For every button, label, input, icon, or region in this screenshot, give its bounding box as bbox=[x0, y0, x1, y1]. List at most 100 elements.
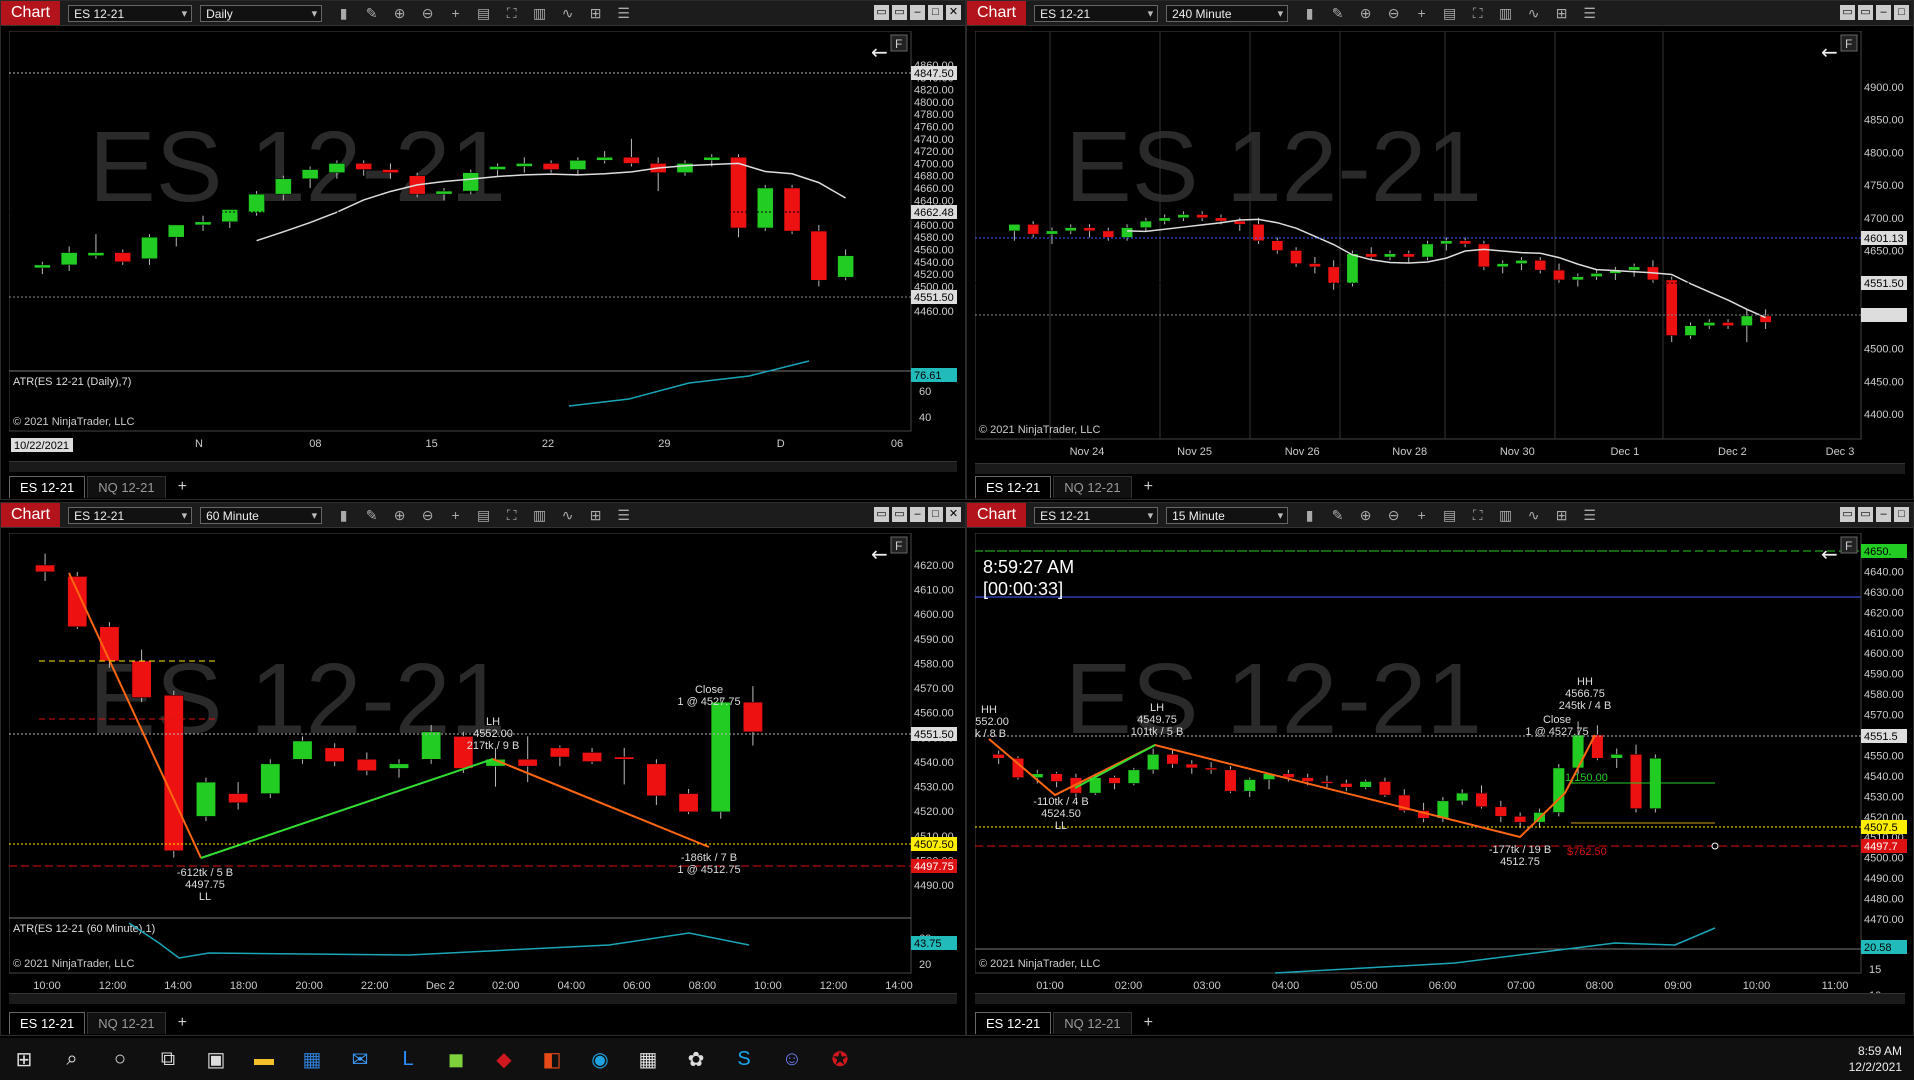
strategy-icon[interactable]: ⛶ bbox=[1468, 4, 1487, 22]
ninjatrader-icon[interactable]: ✪ bbox=[816, 1038, 864, 1080]
tab-nq[interactable]: NQ 12-21 bbox=[87, 1012, 166, 1034]
tile-icon[interactable]: ▭ bbox=[1858, 507, 1873, 522]
green-app-icon[interactable]: ◼ bbox=[432, 1038, 480, 1080]
zoom-out-icon[interactable]: ⊖ bbox=[418, 506, 437, 524]
add-tab-button[interactable]: + bbox=[1134, 475, 1163, 499]
tab-es[interactable]: ES 12-21 bbox=[9, 1012, 86, 1034]
office-icon[interactable]: ◧ bbox=[528, 1038, 576, 1080]
tab-es[interactable]: ES 12-21 bbox=[975, 476, 1052, 498]
mcafee-icon[interactable]: ◆ bbox=[480, 1038, 528, 1080]
pencil-icon[interactable]: ✎ bbox=[362, 506, 381, 524]
indicator-icon[interactable]: ▥ bbox=[530, 506, 549, 524]
chart-window-15min[interactable]: Chart ES 12-21 15 Minute ▮✎⊕⊖+▤⛶▥∿⊞☰ ▭▭–… bbox=[966, 502, 1914, 1036]
maximize-icon[interactable]: □ bbox=[928, 507, 943, 522]
bars-icon[interactable]: ▮ bbox=[334, 4, 353, 22]
maximize-icon[interactable]: □ bbox=[1894, 5, 1909, 20]
period-select[interactable]: 60 Minute bbox=[200, 506, 323, 525]
crosshair-icon[interactable]: + bbox=[446, 4, 465, 22]
instrument-select[interactable]: ES 12-21 bbox=[1034, 506, 1159, 525]
cortana-icon[interactable]: ○ bbox=[96, 1038, 144, 1080]
maximize-icon[interactable]: □ bbox=[1894, 507, 1909, 522]
period-select[interactable]: Daily bbox=[200, 4, 323, 23]
edge-icon[interactable]: ◉ bbox=[576, 1038, 624, 1080]
chart-menu-button[interactable]: Chart bbox=[967, 503, 1027, 527]
horizontal-scrollbar[interactable] bbox=[975, 993, 1905, 1004]
list-icon[interactable]: ☰ bbox=[614, 506, 633, 524]
list-icon[interactable]: ☰ bbox=[1580, 506, 1599, 524]
instrument-select[interactable]: ES 12-21 bbox=[1034, 4, 1159, 23]
minimize-icon[interactable]: – bbox=[910, 507, 925, 522]
horizontal-scrollbar[interactable] bbox=[9, 461, 957, 472]
minimize-icon[interactable]: – bbox=[910, 5, 925, 20]
store-icon[interactable]: ▦ bbox=[288, 1038, 336, 1080]
instrument-select[interactable]: ES 12-21 bbox=[68, 4, 193, 23]
tile-icon[interactable]: ▭ bbox=[892, 507, 907, 522]
search-icon[interactable]: ⌕ bbox=[48, 1038, 96, 1080]
crosshair-icon[interactable]: + bbox=[1412, 4, 1431, 22]
tile-icon[interactable]: ▭ bbox=[892, 5, 907, 20]
maximize-icon[interactable]: □ bbox=[928, 5, 943, 20]
instrument-select[interactable]: ES 12-21 bbox=[68, 506, 193, 525]
pencil-icon[interactable]: ✎ bbox=[1328, 4, 1347, 22]
file-explorer-icon[interactable]: ▬ bbox=[240, 1038, 288, 1080]
list-icon[interactable]: ☰ bbox=[1580, 4, 1599, 22]
bars-icon[interactable]: ▮ bbox=[1300, 506, 1319, 524]
chart-menu-button[interactable]: Chart bbox=[967, 1, 1027, 25]
tab-nq[interactable]: NQ 12-21 bbox=[1053, 1012, 1132, 1034]
task-view-icon[interactable]: ⧉ bbox=[144, 1038, 192, 1080]
indicator-icon[interactable]: ▥ bbox=[530, 4, 549, 22]
bars-icon[interactable]: ▮ bbox=[334, 506, 353, 524]
period-select[interactable]: 15 Minute bbox=[1166, 506, 1289, 525]
zoom-out-icon[interactable]: ⊖ bbox=[1384, 506, 1403, 524]
crosshair-icon[interactable]: + bbox=[1412, 506, 1431, 524]
indicator-icon[interactable]: ▥ bbox=[1496, 506, 1515, 524]
chart-plot[interactable]: ES 12-214860.004840.004820.004800.004780… bbox=[9, 31, 959, 461]
chart-menu-button[interactable]: Chart bbox=[1, 503, 61, 527]
minimize-icon[interactable]: – bbox=[1876, 5, 1891, 20]
indicator-icon[interactable]: ▥ bbox=[1496, 4, 1515, 22]
chart-plot[interactable]: ES 12-21 4900.00 4850.00 4800.00 4750.00 4700… bbox=[975, 31, 1909, 463]
chart-svg[interactable]: ES 12-214650.004640.004630.004620.004610… bbox=[975, 533, 1909, 993]
zoom-out-icon[interactable]: ⊖ bbox=[418, 4, 437, 22]
drawing-icon[interactable]: ∿ bbox=[558, 4, 577, 22]
close-icon[interactable]: ✕ bbox=[946, 507, 961, 522]
l-app-icon[interactable]: L bbox=[384, 1038, 432, 1080]
chart-svg[interactable]: ES 12-214860.004840.004820.004800.004780… bbox=[9, 31, 959, 461]
template-icon[interactable]: ⊞ bbox=[586, 506, 605, 524]
chart-plot[interactable]: ES 12-21 4620.00 4610.00 4600.00 4590.00 4580… bbox=[9, 533, 959, 993]
close-icon[interactable]: ✕ bbox=[946, 5, 961, 20]
calculator-icon[interactable]: ▦ bbox=[624, 1038, 672, 1080]
drawing-icon[interactable]: ∿ bbox=[1524, 506, 1543, 524]
add-tab-button[interactable]: + bbox=[168, 1011, 197, 1035]
template-icon[interactable]: ⊞ bbox=[1552, 506, 1571, 524]
list-icon[interactable]: ☰ bbox=[614, 4, 633, 22]
properties-icon[interactable]: ▤ bbox=[1440, 4, 1459, 22]
properties-icon[interactable]: ▤ bbox=[474, 506, 493, 524]
tab-es[interactable]: ES 12-21 bbox=[9, 476, 86, 498]
horizontal-scrollbar[interactable] bbox=[9, 993, 957, 1004]
discord-icon[interactable]: ☺ bbox=[768, 1038, 816, 1080]
skype-icon[interactable]: S bbox=[720, 1038, 768, 1080]
strategy-icon[interactable]: ⛶ bbox=[502, 4, 521, 22]
add-tab-button[interactable]: + bbox=[168, 475, 197, 499]
chart-svg[interactable]: ES 12-21 4900.00 4850.00 4800.00 4750.00 4700… bbox=[975, 31, 1909, 463]
chart-window-daily[interactable]: Chart ES 12-21 Daily ▮✎⊕⊖+▤⛶▥∿⊞☰ ▭▭–□✕ E… bbox=[0, 0, 966, 500]
chart-plot[interactable]: ES 12-214650.004640.004630.004620.004610… bbox=[975, 533, 1909, 993]
tab-es[interactable]: ES 12-21 bbox=[975, 1012, 1052, 1034]
tab-nq[interactable]: NQ 12-21 bbox=[87, 476, 166, 498]
paint-icon[interactable]: ✿ bbox=[672, 1038, 720, 1080]
windows-start-icon[interactable]: ⊞ bbox=[0, 1038, 48, 1080]
zoom-in-icon[interactable]: ⊕ bbox=[390, 4, 409, 22]
chart-menu-button[interactable]: Chart bbox=[1, 1, 61, 25]
mail-icon[interactable]: ✉ bbox=[336, 1038, 384, 1080]
tile-icon[interactable]: ▭ bbox=[1840, 507, 1855, 522]
template-icon[interactable]: ⊞ bbox=[1552, 4, 1571, 22]
template-icon[interactable]: ⊞ bbox=[586, 4, 605, 22]
strategy-icon[interactable]: ⛶ bbox=[502, 506, 521, 524]
tile-icon[interactable]: ▭ bbox=[1840, 5, 1855, 20]
system-clock[interactable]: 8:59 AM 12/2/2021 bbox=[1849, 1043, 1902, 1075]
tab-nq[interactable]: NQ 12-21 bbox=[1053, 476, 1132, 498]
crosshair-icon[interactable]: + bbox=[446, 506, 465, 524]
pencil-icon[interactable]: ✎ bbox=[1328, 506, 1347, 524]
period-select[interactable]: 240 Minute bbox=[1166, 4, 1289, 23]
